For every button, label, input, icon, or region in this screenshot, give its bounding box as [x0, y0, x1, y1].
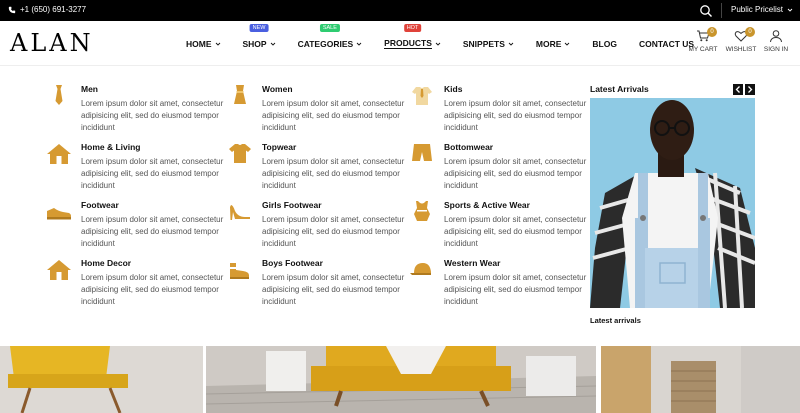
chevron-down-icon [356, 42, 362, 46]
banner-image-center [206, 346, 596, 413]
category-title[interactable]: Home & Living [81, 142, 141, 152]
nav-label: HOME [186, 38, 212, 49]
category-description: Lorem ipsum dolor sit amet, consectetur … [262, 99, 405, 132]
sign-in-button[interactable]: SIGN IN [756, 27, 796, 53]
category-description: Lorem ipsum dolor sit amet, consectetur … [444, 215, 587, 248]
hot-badge: HOT [403, 24, 422, 32]
nav-label: PRODUCTS [384, 38, 432, 49]
nav-label: SHOP [242, 38, 267, 49]
cap-icon [410, 263, 431, 275]
main-header: ALAN HOME NEW SHOP SALE CATEGORIES HOT P… [0, 21, 800, 66]
latest-arrivals-caption[interactable]: Latest arrivals [590, 316, 641, 325]
house-icon [47, 144, 71, 164]
nav-more[interactable]: MORE [536, 38, 571, 49]
wishlist-button[interactable]: 0 WISHLIST [721, 27, 761, 53]
nav-label: CATEGORIES [297, 38, 354, 49]
cart-button[interactable]: 0 MY CART [683, 27, 723, 53]
topbar-divider [721, 3, 722, 18]
category-title[interactable]: Sports & Active Wear [444, 200, 530, 210]
category-description: Lorem ipsum dolor sit amet, consectetur … [81, 157, 224, 190]
nav-shop[interactable]: NEW SHOP [242, 24, 276, 49]
nav-label: MORE [535, 38, 562, 49]
category-description: Lorem ipsum dolor sit amet, consectetur … [444, 273, 587, 306]
chevron-down-icon [508, 42, 514, 46]
category-title[interactable]: Home Decor [81, 258, 131, 268]
main-nav: HOME NEW SHOP SALE CATEGORIES HOT PRODUC… [186, 24, 716, 49]
new-badge: NEW [249, 24, 269, 32]
wishlist-count: 0 [745, 27, 755, 37]
cart-label: MY CART [688, 46, 718, 53]
pricelist-dropdown[interactable]: Public Pricelist [731, 5, 793, 14]
heel-icon [230, 205, 250, 220]
phone-icon [8, 6, 16, 13]
user-icon [770, 30, 782, 43]
category-description: Lorem ipsum dolor sit amet, consectetur … [444, 99, 587, 132]
category-description: Lorem ipsum dolor sit amet, consectetur … [262, 157, 405, 190]
category-description: Lorem ipsum dolor sit amet, consectetur … [262, 215, 405, 248]
search-icon[interactable] [699, 4, 713, 18]
nav-products[interactable]: HOT PRODUCTS [384, 24, 441, 49]
sale-badge: SALE [319, 24, 340, 32]
banner-image-left [0, 346, 203, 413]
top-bar: +1 (650) 691-3277 Public Pricelist [0, 0, 800, 21]
chevron-down-icon [215, 42, 220, 46]
sneaker-icon [47, 208, 71, 220]
category-title[interactable]: Footwear [81, 200, 119, 210]
category-title[interactable]: Topwear [262, 142, 296, 152]
category-title[interactable]: Western Wear [444, 258, 500, 268]
pricelist-label: Public Pricelist [731, 5, 784, 14]
latest-arrival-image[interactable] [590, 98, 755, 308]
nav-label: SNIPPETS [462, 38, 505, 49]
category-description: Lorem ipsum dolor sit amet, consectetur … [81, 273, 224, 306]
phone-number: +1 (650) 691-3277 [20, 5, 87, 14]
home-decor-icon [47, 260, 71, 280]
chevron-right-icon [748, 86, 753, 93]
nav-home[interactable]: HOME [186, 38, 221, 49]
chevron-down-icon [565, 42, 570, 46]
shorts-icon [412, 144, 432, 161]
nav-blog[interactable]: BLOG [592, 38, 617, 49]
carousel-prev-button[interactable] [733, 84, 743, 95]
category-description: Lorem ipsum dolor sit amet, consectetur … [81, 215, 224, 248]
tie-icon [55, 85, 63, 105]
category-title[interactable]: Women [262, 84, 293, 94]
cart-count: 0 [707, 27, 717, 37]
chevron-down-icon [435, 42, 441, 46]
carousel-next-button[interactable] [745, 84, 755, 95]
brand-logo[interactable]: ALAN [10, 29, 94, 57]
chevron-left-icon [735, 86, 740, 93]
model-photo [590, 98, 755, 308]
sandal-icon [230, 263, 249, 279]
banner-image-right [601, 346, 800, 413]
category-title[interactable]: Men [81, 84, 98, 94]
chevron-down-icon [270, 42, 275, 46]
sign-in-label: SIGN IN [763, 46, 789, 53]
nav-label: BLOG [592, 38, 617, 49]
nav-snippets[interactable]: SNIPPETS [463, 38, 514, 49]
tshirt-icon [229, 144, 251, 163]
kids-shirt-icon [412, 87, 432, 105]
category-description: Lorem ipsum dolor sit amet, consectetur … [262, 273, 405, 306]
living-room-image [206, 346, 596, 413]
sports-top-icon [414, 201, 430, 221]
latest-arrivals-heading: Latest Arrivals [590, 84, 649, 94]
basket-room-image [601, 346, 800, 413]
dress-icon [234, 85, 246, 104]
category-description: Lorem ipsum dolor sit amet, consectetur … [81, 99, 224, 132]
phone-link[interactable]: +1 (650) 691-3277 [8, 5, 86, 14]
category-title[interactable]: Boys Footwear [262, 258, 323, 268]
chevron-down-icon [787, 8, 793, 12]
nav-categories[interactable]: SALE CATEGORIES [297, 24, 363, 49]
category-title[interactable]: Bottomwear [444, 142, 493, 152]
category-title[interactable]: Kids [444, 84, 462, 94]
yellow-chair-image [0, 346, 203, 413]
category-description: Lorem ipsum dolor sit amet, consectetur … [444, 157, 587, 190]
wishlist-label: WISHLIST [725, 46, 757, 53]
category-title[interactable]: Girls Footwear [262, 200, 322, 210]
